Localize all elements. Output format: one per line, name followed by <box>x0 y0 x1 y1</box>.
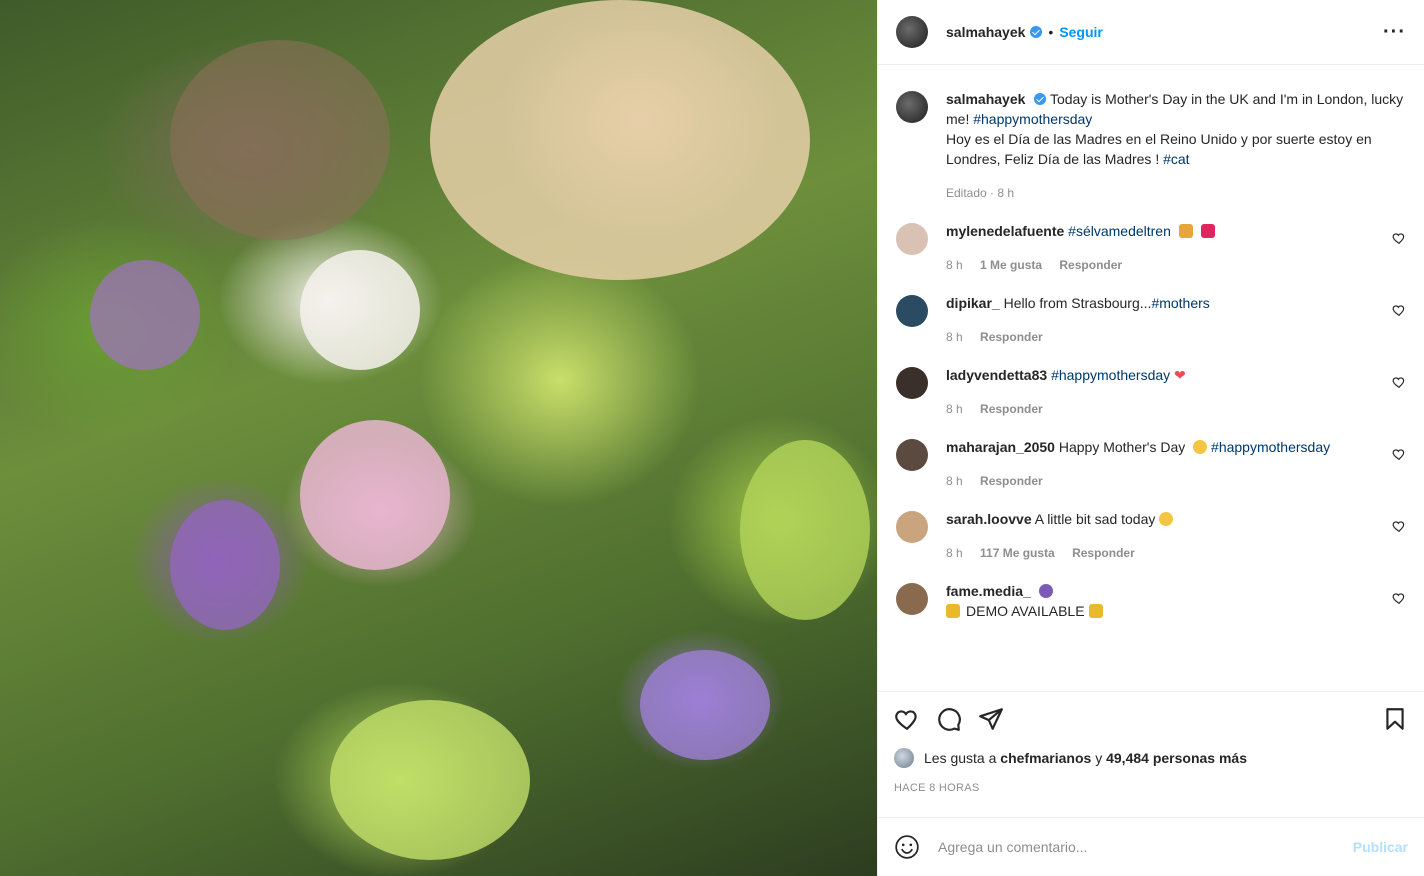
reply-button[interactable]: Responder <box>980 330 1043 344</box>
comment-time: 8 h <box>946 330 963 344</box>
flower-shape <box>740 440 870 620</box>
like-heart-icon[interactable] <box>894 706 920 732</box>
commenter-avatar[interactable] <box>896 583 928 615</box>
flower-shape <box>170 500 280 630</box>
post-image[interactable] <box>0 0 877 876</box>
comment-bubble-icon[interactable] <box>936 706 962 732</box>
comment-time: 8 h <box>946 546 963 560</box>
comment-item: mylenedelafuente #sélvamedeltren 8 h 1 M… <box>896 221 1406 275</box>
like-comment-heart-icon[interactable] <box>1392 591 1406 605</box>
like-comment-heart-icon[interactable] <box>1392 375 1406 389</box>
comment-likes[interactable]: 117 Me gusta <box>980 546 1055 560</box>
hashtag-link[interactable]: #happymothersday <box>973 111 1092 127</box>
comment-username[interactable]: ladyvendetta83 <box>946 367 1047 383</box>
comment-username[interactable]: fame.media_ <box>946 583 1031 599</box>
comment-username[interactable]: sarah.loovve <box>946 511 1032 527</box>
caption-meta: Editado · 8 h <box>946 186 1015 200</box>
save-bookmark-icon[interactable] <box>1382 706 1408 732</box>
publish-button[interactable]: Publicar <box>1353 839 1408 855</box>
comment-time: 8 h <box>946 474 963 488</box>
post-timestamp[interactable]: HACE 8 HORAS <box>894 782 1408 794</box>
verified-badge-icon <box>1030 26 1043 38</box>
comment-likes[interactable]: 1 Me gusta <box>980 258 1042 272</box>
commenter-avatar[interactable] <box>896 439 928 471</box>
comment-username[interactable]: maharajan_2050 <box>946 439 1055 455</box>
hashtag-link[interactable]: #sélvamedeltren <box>1068 223 1171 239</box>
reply-button[interactable]: Responder <box>980 402 1043 416</box>
flower-shape <box>640 650 770 760</box>
caption-text: Hoy es el Día de las Madres en el Reino … <box>946 131 1372 167</box>
author-avatar[interactable] <box>896 16 928 48</box>
flower-shape <box>300 420 450 570</box>
like-comment-heart-icon[interactable] <box>1392 303 1406 317</box>
comment-time: 8 h <box>946 258 963 272</box>
likes-connector: y <box>1095 750 1103 766</box>
comment-item: dipikar_ Hello from Strasbourg...#mother… <box>896 293 1406 347</box>
emoji-picker-icon[interactable] <box>894 834 920 860</box>
follow-button[interactable]: Seguir <box>1059 24 1103 40</box>
post-actions: Les gusta a chefmarianos y 49,484 person… <box>878 691 1424 817</box>
comment-item: fame.media_ DEMO AVAILABLE <box>896 581 1406 621</box>
comment-username[interactable]: dipikar_ <box>946 295 1000 311</box>
liker-username[interactable]: chefmarianos <box>1000 750 1091 766</box>
comments-list[interactable]: salmahayek Today is Mother's Day in the … <box>878 65 1424 691</box>
flower-shape <box>300 250 420 370</box>
comment-text: A little bit sad today <box>1034 511 1156 527</box>
comment-item: maharajan_2050 Happy Mother's Day #happy… <box>896 437 1406 491</box>
caption: salmahayek Today is Mother's Day in the … <box>896 89 1406 203</box>
post-header: salmahayek • Seguir ··· <box>878 0 1424 65</box>
pensive-emoji-icon <box>1159 512 1174 526</box>
hashtag-link[interactable]: #happymothersday <box>1051 367 1170 383</box>
commenter-avatar[interactable] <box>896 511 928 543</box>
leopard-emoji-icon <box>1178 224 1193 238</box>
likes-summary: Les gusta a chefmarianos y 49,484 person… <box>894 748 1408 768</box>
like-comment-heart-icon[interactable] <box>1392 231 1406 245</box>
hashtag-link[interactable]: #mothers <box>1151 295 1209 311</box>
author-avatar[interactable] <box>896 91 928 123</box>
likes-prefix: Les gusta a <box>924 750 997 766</box>
comment-text: DEMO AVAILABLE <box>966 603 1085 619</box>
commenter-avatar[interactable] <box>896 295 928 327</box>
share-paper-plane-icon[interactable] <box>978 706 1004 732</box>
like-comment-heart-icon[interactable] <box>1392 519 1406 533</box>
post-side-panel: salmahayek • Seguir ··· salmahayek Today… <box>877 0 1424 876</box>
beginner-emoji-icon <box>946 604 960 618</box>
more-options-icon[interactable]: ··· <box>1383 21 1406 44</box>
comment-item: sarah.loovve A little bit sad today 8 h … <box>896 509 1406 563</box>
heart-eyes-emoji-icon <box>1193 440 1208 454</box>
people-emoji-icon <box>1038 584 1053 598</box>
comment-composer: Publicar <box>878 817 1424 876</box>
commenter-avatar[interactable] <box>896 367 928 399</box>
verified-badge-icon <box>1034 93 1047 105</box>
sos-emoji-icon <box>1200 224 1215 238</box>
hashtag-link[interactable]: #cat <box>1163 151 1189 167</box>
beginner-emoji-icon <box>1088 604 1103 618</box>
flower-shape <box>330 700 530 860</box>
face-shape <box>170 40 390 240</box>
reply-button[interactable]: Responder <box>1059 258 1122 272</box>
reply-button[interactable]: Responder <box>1072 546 1135 560</box>
separator-dot: • <box>1048 24 1054 40</box>
likes-count[interactable]: 49,484 personas más <box>1106 750 1247 766</box>
comment-text: Hello from Strasbourg... <box>1003 295 1152 311</box>
liker-avatar[interactable] <box>894 748 914 768</box>
caption-username[interactable]: salmahayek <box>946 91 1025 107</box>
author-username[interactable]: salmahayek <box>946 24 1025 40</box>
comment-time: 8 h <box>946 402 963 416</box>
hashtag-link[interactable]: #happymothersday <box>1211 439 1330 455</box>
reply-button[interactable]: Responder <box>980 474 1043 488</box>
comment-username[interactable]: mylenedelafuente <box>946 223 1064 239</box>
comment-input[interactable] <box>936 838 1353 856</box>
like-comment-heart-icon[interactable] <box>1392 447 1406 461</box>
flower-shape <box>90 260 200 370</box>
comment-text: Happy Mother's Day <box>1058 439 1186 455</box>
cat-shape <box>430 0 810 280</box>
comment-item: ladyvendetta83 #happymothersday ❤ 8 h Re… <box>896 365 1406 419</box>
heart-emoji-icon: ❤ <box>1174 367 1186 383</box>
commenter-avatar[interactable] <box>896 223 928 255</box>
